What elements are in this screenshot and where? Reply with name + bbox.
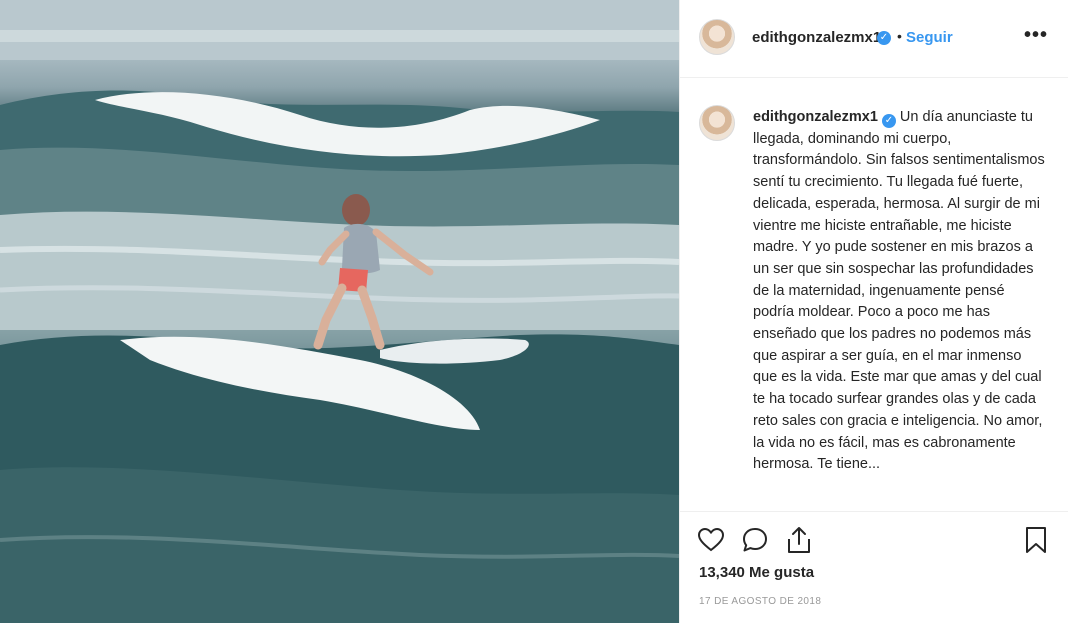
post-photo[interactable] — [0, 0, 679, 623]
avatar[interactable] — [699, 105, 735, 141]
post-date[interactable]: 17 DE AGOSTO DE 2018 — [699, 596, 821, 607]
instagram-post: edithgonzalezmx1 ✓ • Seguir ••• edithgon… — [0, 0, 1068, 623]
caption-text: Un día anunciaste tu llegada, dominando … — [753, 109, 1045, 473]
comments-section[interactable]: edithgonzalezmx1 ✓ Un día anunciaste tu l… — [680, 79, 1068, 511]
post-actions: 13,340 Me gusta 17 DE AGOSTO DE 2018 — [680, 511, 1068, 623]
caption-text-block: edithgonzalezmx1 ✓ Un día anunciaste tu l… — [753, 107, 1049, 476]
verified-badge-icon: ✓ — [881, 114, 896, 128]
separator-dot: • — [897, 28, 902, 44]
verified-badge-icon: ✓ — [877, 31, 891, 45]
surfing-photo — [0, 0, 679, 623]
header-username[interactable]: edithgonzalezmx1 — [752, 29, 881, 46]
likes-count[interactable]: 13,340 Me gusta — [699, 564, 814, 581]
share-icon[interactable] — [785, 525, 813, 555]
avatar[interactable] — [699, 19, 735, 55]
heart-icon[interactable] — [697, 526, 725, 554]
caption-username[interactable]: edithgonzalezmx1 — [753, 109, 878, 125]
post-header: edithgonzalezmx1 ✓ • Seguir ••• — [680, 0, 1068, 78]
bookmark-icon[interactable] — [1024, 525, 1048, 555]
follow-button[interactable]: Seguir — [906, 29, 953, 46]
post-sidebar: edithgonzalezmx1 ✓ • Seguir ••• edithgon… — [679, 0, 1068, 623]
comment-bubble-icon[interactable] — [741, 526, 769, 554]
more-options-icon[interactable]: ••• — [1024, 24, 1048, 47]
